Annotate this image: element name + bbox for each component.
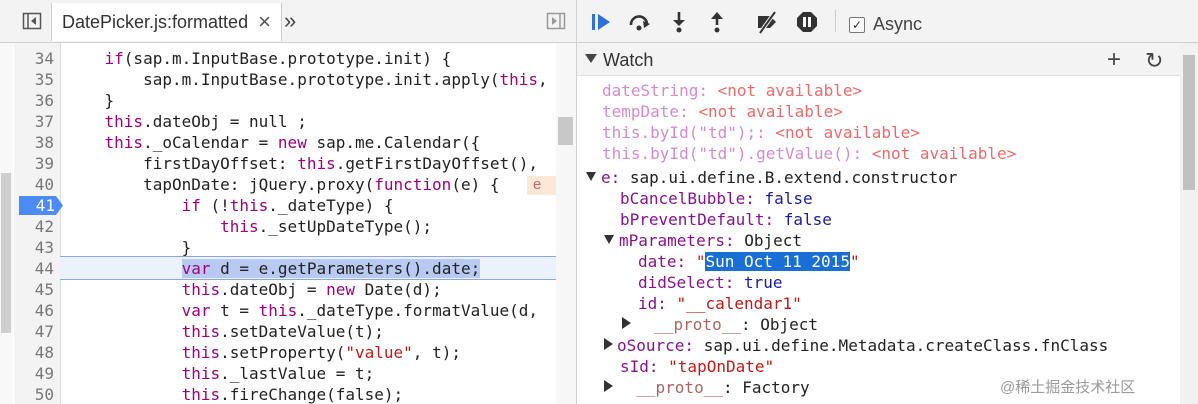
checkbox-checked-icon[interactable]: ✓ [849, 16, 865, 33]
code-line: sap.m.InputBase.prototype.init.apply(thi… [104, 70, 548, 89]
collapsed-arrow-icon [604, 338, 613, 350]
deactivate-breakpoints-icon[interactable] [755, 10, 779, 34]
inline-variable-value: e [527, 176, 556, 195]
property-row: bCancelBubble: false [620, 189, 813, 208]
line-number[interactable]: 44 [14, 259, 54, 278]
property-row: date: "Sun Oct 11 2015" [638, 252, 860, 271]
tab-datepicker-formatted[interactable]: DatePicker.js:formatted × [51, 3, 282, 41]
line-number[interactable]: 47 [14, 322, 54, 341]
navigator-scrollbar[interactable] [0, 43, 13, 404]
watermark: @稀土掘金技术社区 [1000, 379, 1136, 396]
breakpoint-line-number[interactable]: 41 [19, 196, 63, 215]
line-number[interactable]: 46 [14, 301, 54, 320]
code-line: this._lastValue = t; [181, 364, 375, 383]
code-line: this._setUpDateType(); [220, 217, 433, 236]
refresh-watch-icon[interactable]: ↻ [1145, 48, 1163, 74]
add-watch-icon[interactable]: + [1107, 46, 1121, 74]
line-number[interactable]: 43 [14, 238, 54, 257]
code-line: } [104, 238, 192, 257]
property-row: id: "__calendar1" [638, 294, 802, 313]
watch-object-e[interactable]: e: sap.ui.define.B.extend.constructor [586, 168, 957, 187]
more-tabs-icon[interactable]: » [284, 8, 296, 34]
property-proto[interactable]: __proto__: Factory [604, 378, 810, 397]
watch-expression[interactable]: this.byId("td");: <not available> [602, 123, 920, 142]
collapsed-arrow-icon [622, 317, 631, 329]
step-into-icon[interactable] [667, 10, 691, 34]
watch-scrollbar[interactable] [1180, 43, 1198, 404]
property-mparameters[interactable]: mParameters: Object [604, 231, 802, 250]
code-line: this.dateObj = new Date(d); [181, 280, 442, 299]
line-number[interactable]: 42 [14, 217, 54, 236]
editor-scrollbar[interactable] [556, 43, 576, 404]
line-number[interactable]: 50 [14, 385, 54, 404]
async-label: Async [873, 14, 923, 34]
property-row: sId: "tapOnDate" [620, 357, 775, 376]
step-out-icon[interactable] [705, 10, 729, 34]
step-over-icon[interactable] [627, 10, 651, 34]
line-number[interactable]: 34 [14, 49, 54, 68]
watch-expression[interactable]: this.byId("td").getValue(): <not availab… [602, 144, 1016, 163]
toolbar-divider [835, 10, 836, 32]
watch-expression[interactable]: tempDate: <not available> [602, 102, 843, 121]
code-line: this.fireChange(false); [181, 385, 404, 404]
sources-panel: DatePicker.js:formatted × » if(sap.m.Inp… [0, 0, 577, 404]
expanded-arrow-icon [586, 172, 596, 181]
expanded-arrow-icon [604, 235, 614, 244]
line-number[interactable]: 36 [14, 91, 54, 110]
collapsed-arrow-icon [604, 380, 613, 392]
property-row: didSelect: true [638, 273, 783, 292]
editor-tab-bar: DatePicker.js:formatted × » [0, 0, 576, 43]
tab-label: DatePicker.js:formatted [62, 11, 249, 32]
resume-icon[interactable] [589, 10, 613, 34]
watch-title: Watch [603, 50, 654, 70]
code-line: tapOnDate: jQuery.proxy(function(e) { [104, 175, 500, 194]
toggle-debugger-icon[interactable] [546, 11, 566, 31]
code-line: this.dateObj = null ; [104, 112, 307, 131]
property-row: bPreventDefault: false [620, 210, 832, 229]
code-line: if (!this._dateType) { [181, 196, 394, 215]
debugger-sidebar: ✓ Async Watch + ↻ dateString: <not avail… [577, 0, 1198, 404]
code-line: var t = this._dateType.formatValue(d, [181, 301, 539, 320]
code-line: } [104, 91, 115, 110]
property-osource[interactable]: oSource: sap.ui.define.Metadata.createCl… [604, 336, 1108, 355]
line-number[interactable]: 45 [14, 280, 54, 299]
line-number[interactable]: 49 [14, 364, 54, 383]
line-number[interactable]: 40 [14, 175, 54, 194]
code-line: this.setProperty("value", t); [181, 343, 461, 362]
code-line: this._oCalendar = new sap.me.Calendar({ [104, 133, 481, 152]
line-number[interactable]: 39 [14, 154, 54, 173]
watch-section-header[interactable]: Watch + ↻ [577, 43, 1180, 76]
debugger-toolbar: ✓ Async [577, 0, 1198, 43]
pause-on-exceptions-icon[interactable] [795, 10, 819, 34]
watch-expression[interactable]: dateString: <not available> [602, 81, 862, 100]
code-line: firstDayOffset: this.getFirstDayOffset()… [104, 154, 539, 173]
line-number[interactable]: 38 [14, 133, 54, 152]
code-line: var d = e.getParameters().date; [181, 259, 481, 278]
close-tab-icon[interactable]: × [258, 11, 271, 33]
code-line: this.setDateValue(t); [181, 322, 384, 341]
selected-date-value: Sun Oct 11 2015 [705, 252, 850, 271]
async-checkbox[interactable]: ✓ Async [849, 14, 922, 35]
line-number[interactable]: 48 [14, 343, 54, 362]
line-number[interactable]: 37 [14, 112, 54, 131]
toggle-navigator-icon[interactable] [22, 11, 42, 31]
code-line: if(sap.m.InputBase.prototype.init) { [104, 49, 452, 68]
property-proto[interactable]: __proto__: Object [622, 315, 818, 334]
expand-arrow-icon[interactable] [585, 54, 597, 63]
line-number[interactable]: 35 [14, 70, 54, 89]
